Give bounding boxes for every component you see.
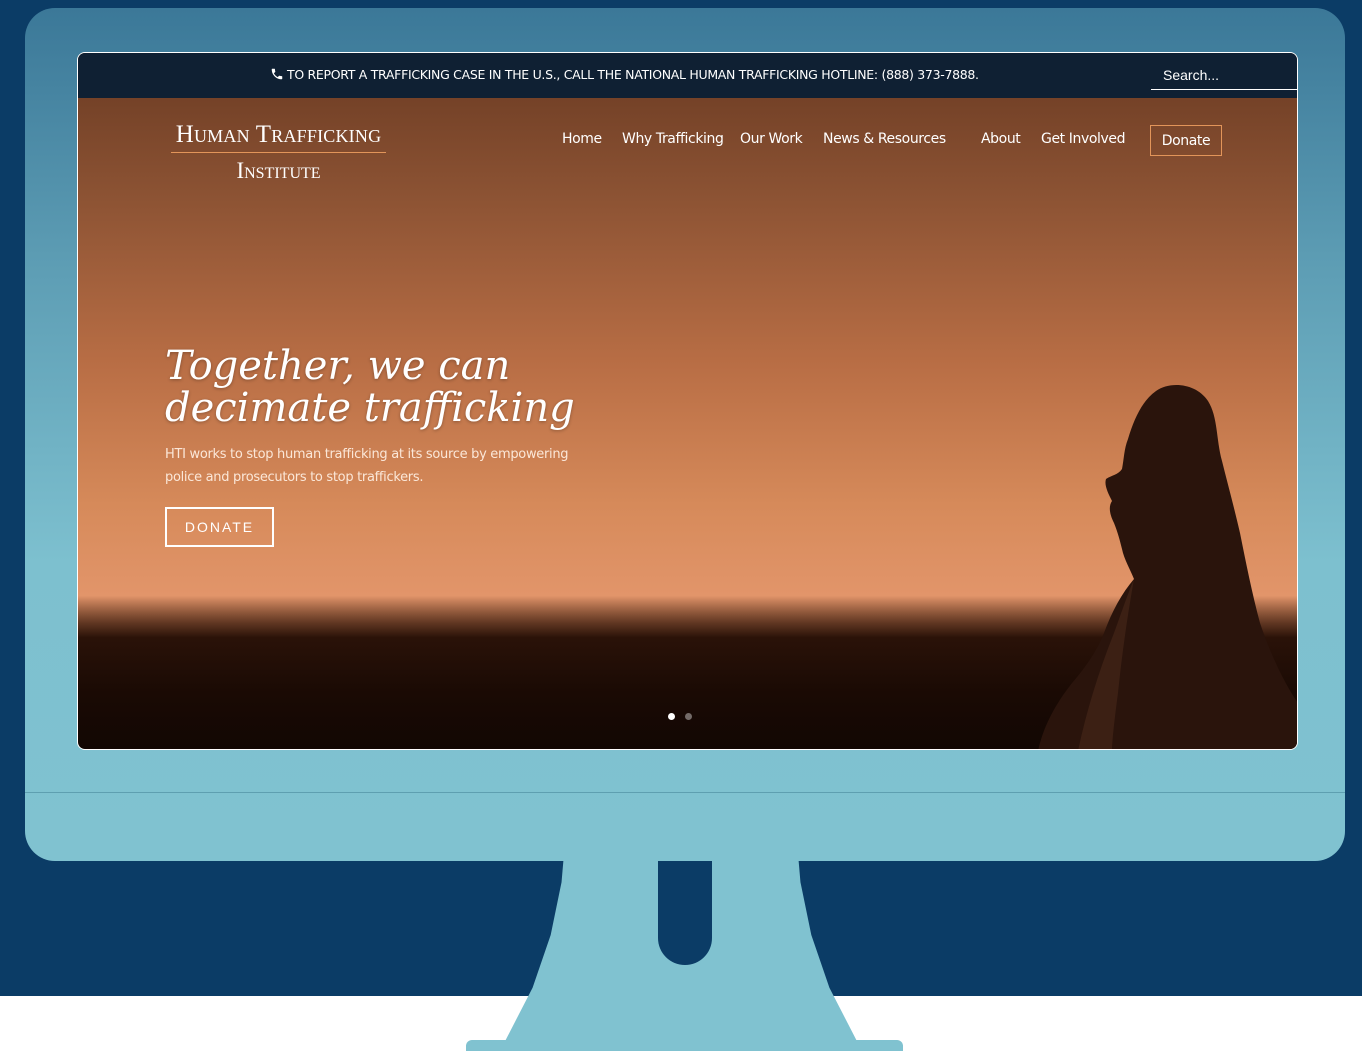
hti-logo[interactable]: Human Trafficking Institute [171, 121, 386, 184]
slider-dot-1[interactable] [668, 713, 675, 720]
monitor-stand-slot [658, 855, 712, 965]
search-input[interactable] [1151, 61, 1297, 90]
hero-description: HTI works to stop human trafficking at i… [165, 447, 569, 485]
nav-item-about[interactable]: About [981, 131, 1021, 147]
nav-item-get-involved[interactable]: Get Involved [1041, 131, 1126, 147]
nav-item-why-trafficking[interactable]: Why Trafficking [622, 131, 724, 147]
logo-line-2: Institute [236, 158, 321, 183]
hotline-bar: TO REPORT A TRAFFICKING CASE IN THE U.S.… [78, 53, 1297, 98]
slider-pagination [668, 713, 698, 721]
woman-silhouette-image [1038, 385, 1297, 749]
website-screen: TO REPORT A TRAFFICKING CASE IN THE U.S.… [77, 52, 1298, 750]
nav-item-home[interactable]: Home [562, 131, 602, 147]
monitor-stand-base [466, 1040, 903, 1051]
monitor-divider [25, 792, 1345, 793]
logo-line-1: Human Trafficking [171, 121, 386, 153]
hero-title: Together, we can decimate trafficking [165, 343, 575, 431]
phone-icon [271, 68, 283, 80]
nav-donate-button[interactable]: Donate [1150, 125, 1222, 156]
hotline-text: TO REPORT A TRAFFICKING CASE IN THE U.S.… [287, 67, 979, 82]
hotline-message: TO REPORT A TRAFFICKING CASE IN THE U.S.… [270, 67, 979, 82]
nav-item-our-work[interactable]: Our Work [740, 131, 803, 147]
slider-dot-2[interactable] [685, 713, 692, 720]
nav-item-news-resources[interactable]: News & Resources [823, 131, 946, 147]
hero-donate-button[interactable]: DONATE [165, 507, 274, 547]
